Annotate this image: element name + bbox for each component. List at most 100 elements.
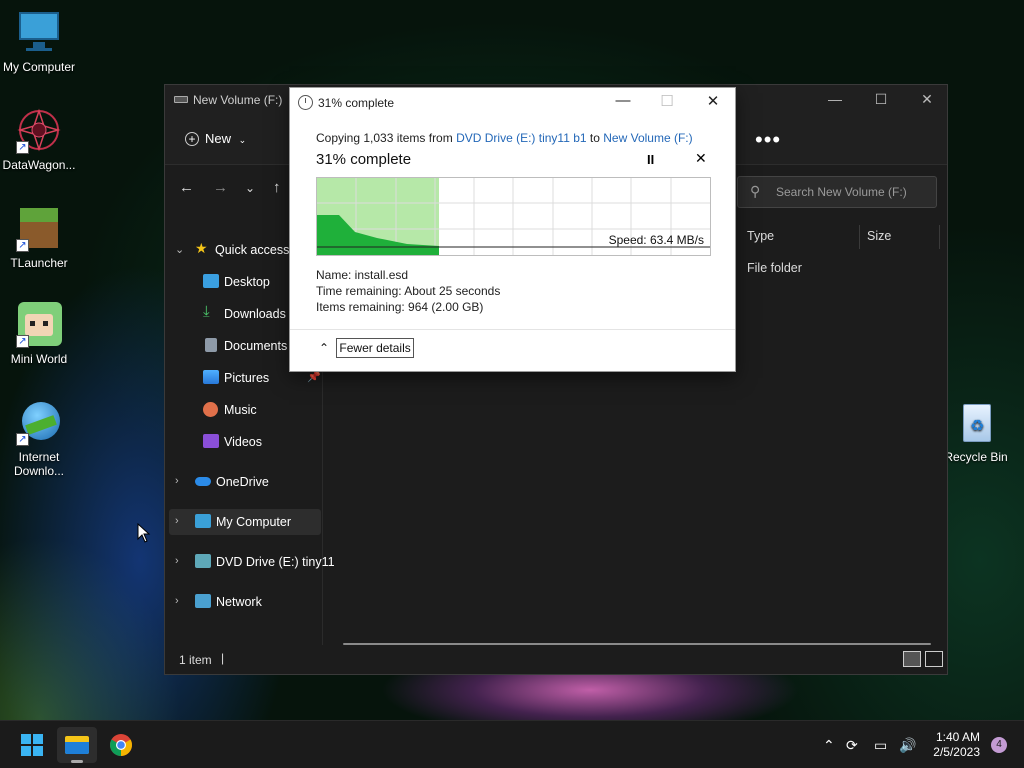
sidebar-label: OneDrive bbox=[216, 475, 269, 489]
start-button[interactable] bbox=[12, 727, 52, 763]
sidebar-item-onedrive[interactable]: › OneDrive bbox=[165, 469, 321, 495]
chevron-right-icon: › bbox=[175, 475, 179, 487]
close-button[interactable]: ✕ bbox=[702, 92, 724, 112]
shortcut-arrow-icon: ↗ bbox=[16, 141, 29, 154]
window-title: New Volume (F:) bbox=[193, 93, 283, 107]
chevron-down-icon: ⌄ bbox=[238, 135, 247, 145]
copy-progress-dialog[interactable]: 31% complete — ☐ ✕ Copying 1,033 items f… bbox=[289, 87, 736, 372]
globe-download-icon: ↗ bbox=[16, 400, 62, 446]
drive-icon bbox=[174, 96, 188, 103]
fewer-details-button[interactable]: ⌃ Fewer details bbox=[319, 338, 414, 358]
large-icons-view-button[interactable] bbox=[925, 651, 943, 667]
desktop-icon-my-computer[interactable]: My Computer bbox=[0, 10, 81, 74]
sync-icon[interactable]: ⟳ bbox=[846, 737, 858, 754]
picture-icon bbox=[203, 370, 219, 384]
taskbar-chrome[interactable] bbox=[101, 727, 141, 763]
column-divider[interactable] bbox=[939, 225, 940, 249]
dvd-drive-icon bbox=[195, 554, 211, 568]
monitor-icon bbox=[16, 10, 62, 56]
sidebar-label: Videos bbox=[224, 435, 262, 449]
sidebar-item-dvd-drive[interactable]: › DVD Drive (E:) tiny11 bbox=[165, 549, 335, 575]
destination-link[interactable]: New Volume (F:) bbox=[603, 131, 692, 145]
sidebar-item-videos[interactable]: Videos bbox=[165, 429, 321, 455]
search-placeholder: Search New Volume (F:) bbox=[776, 185, 907, 199]
shortcut-arrow-icon: ↗ bbox=[16, 335, 29, 348]
copy-description: Copying 1,033 items from DVD Drive (E:) … bbox=[316, 131, 693, 145]
close-button[interactable]: ✕ bbox=[917, 91, 937, 109]
sidebar-label: Pictures bbox=[224, 371, 270, 385]
plus-circle-icon: + bbox=[185, 132, 199, 146]
more-options-button[interactable]: ••• bbox=[755, 127, 781, 153]
document-icon bbox=[205, 338, 217, 352]
taskbar-file-explorer[interactable] bbox=[57, 727, 97, 763]
folder-icon-inner bbox=[65, 742, 89, 754]
maximize-button[interactable]: ☐ bbox=[871, 91, 891, 109]
desktop-icon-label: Internet Downlo... bbox=[13, 450, 65, 478]
desktop-icon-internet-download-manager[interactable]: ↗ Internet Downlo... bbox=[0, 400, 81, 478]
column-header-type[interactable]: Type bbox=[747, 229, 774, 243]
desktop-icon-tlauncher[interactable]: ↗ TLauncher bbox=[0, 206, 81, 270]
chevron-right-icon: › bbox=[175, 515, 179, 527]
transfer-speed-graph: Speed: 63.4 MB/s bbox=[316, 177, 711, 256]
sidebar-item-network[interactable]: › Network bbox=[165, 589, 321, 615]
datawagon-app-icon: ↗ bbox=[16, 108, 62, 154]
clock-icon bbox=[298, 95, 313, 110]
desktop-icon-datawagon[interactable]: ↗ DataWagon... bbox=[0, 108, 81, 172]
clock-date: 2/5/2023 bbox=[933, 745, 980, 759]
chrome-icon bbox=[110, 734, 132, 756]
column-divider[interactable] bbox=[859, 225, 860, 249]
details-view-button[interactable] bbox=[903, 651, 921, 667]
mini-world-app-icon: ↗ bbox=[16, 302, 62, 348]
cancel-copy-button[interactable]: ✕ bbox=[695, 150, 707, 167]
star-icon: ★ bbox=[195, 240, 208, 256]
up-arrow-icon[interactable]: ↑ bbox=[273, 179, 281, 196]
chevron-down-icon: ⌄ bbox=[175, 244, 185, 256]
video-icon bbox=[203, 434, 219, 448]
sidebar-label: My Computer bbox=[216, 515, 292, 529]
running-indicator bbox=[71, 760, 83, 763]
chevron-up-icon[interactable]: ⌃ bbox=[823, 737, 835, 754]
dialog-title: 31% complete bbox=[318, 96, 395, 110]
copy-prefix: Copying 1,033 items from bbox=[316, 131, 453, 145]
notification-badge[interactable]: 4 bbox=[991, 737, 1007, 753]
forward-arrow-icon[interactable]: → bbox=[213, 179, 228, 196]
speed-label: Speed: 63.4 MB/s bbox=[608, 233, 704, 247]
recycle-bin-icon: ♻ bbox=[953, 400, 999, 446]
desktop-icon-label: My Computer bbox=[2, 60, 76, 74]
percent-complete: 31% complete bbox=[316, 151, 412, 168]
sidebar-label: DVD Drive (E:) tiny11 bbox=[216, 555, 335, 569]
download-arrow-icon: ⤓ bbox=[203, 303, 210, 320]
status-separator: | bbox=[221, 651, 225, 665]
grass-block-icon: ↗ bbox=[16, 206, 62, 252]
item-count: 1 item bbox=[179, 653, 212, 667]
network-icon[interactable]: ▭ bbox=[874, 737, 887, 754]
desktop-icon-mini-world[interactable]: ↗ Mini World bbox=[0, 302, 81, 366]
sidebar-label: Music bbox=[224, 403, 257, 417]
taskbar: ⌃ ⟳ ▭ 🔊 1:40 AM 2/5/2023 4 bbox=[0, 720, 1024, 768]
time-remaining-line: Time remaining: About 25 seconds bbox=[316, 284, 501, 298]
column-header-size[interactable]: Size bbox=[867, 229, 891, 243]
new-button[interactable]: + New ⌄ bbox=[185, 131, 246, 146]
chevron-up-icon: ⌃ bbox=[319, 341, 330, 355]
pause-button[interactable]: II bbox=[647, 152, 654, 167]
items-remaining-line: Items remaining: 964 (2.00 GB) bbox=[316, 300, 484, 314]
network-icon bbox=[195, 594, 211, 608]
search-input[interactable]: ⚲ Search New Volume (F:) bbox=[737, 176, 937, 208]
sidebar-item-my-computer[interactable]: › My Computer bbox=[169, 509, 321, 535]
file-type-cell[interactable]: File folder bbox=[747, 261, 802, 275]
sidebar-item-music[interactable]: Music bbox=[165, 397, 321, 423]
status-bar: 1 item | bbox=[165, 644, 947, 674]
recent-chevron-icon[interactable]: ⌄ bbox=[245, 181, 255, 195]
new-button-label: New bbox=[205, 131, 232, 146]
shortcut-arrow-icon: ↗ bbox=[16, 433, 29, 446]
minimize-button[interactable]: — bbox=[612, 92, 634, 112]
minimize-button[interactable]: — bbox=[825, 91, 845, 109]
cloud-icon bbox=[195, 477, 211, 486]
taskbar-clock[interactable]: 1:40 AM 2/5/2023 bbox=[933, 730, 980, 760]
dialog-divider bbox=[290, 329, 735, 330]
volume-icon[interactable]: 🔊 bbox=[899, 737, 916, 754]
source-link[interactable]: DVD Drive (E:) tiny11 b1 bbox=[456, 131, 586, 145]
file-name-line: Name: install.esd bbox=[316, 268, 409, 282]
desktop-icon-label: Recycle Bin bbox=[944, 450, 1008, 464]
back-arrow-icon[interactable]: ← bbox=[179, 179, 194, 196]
